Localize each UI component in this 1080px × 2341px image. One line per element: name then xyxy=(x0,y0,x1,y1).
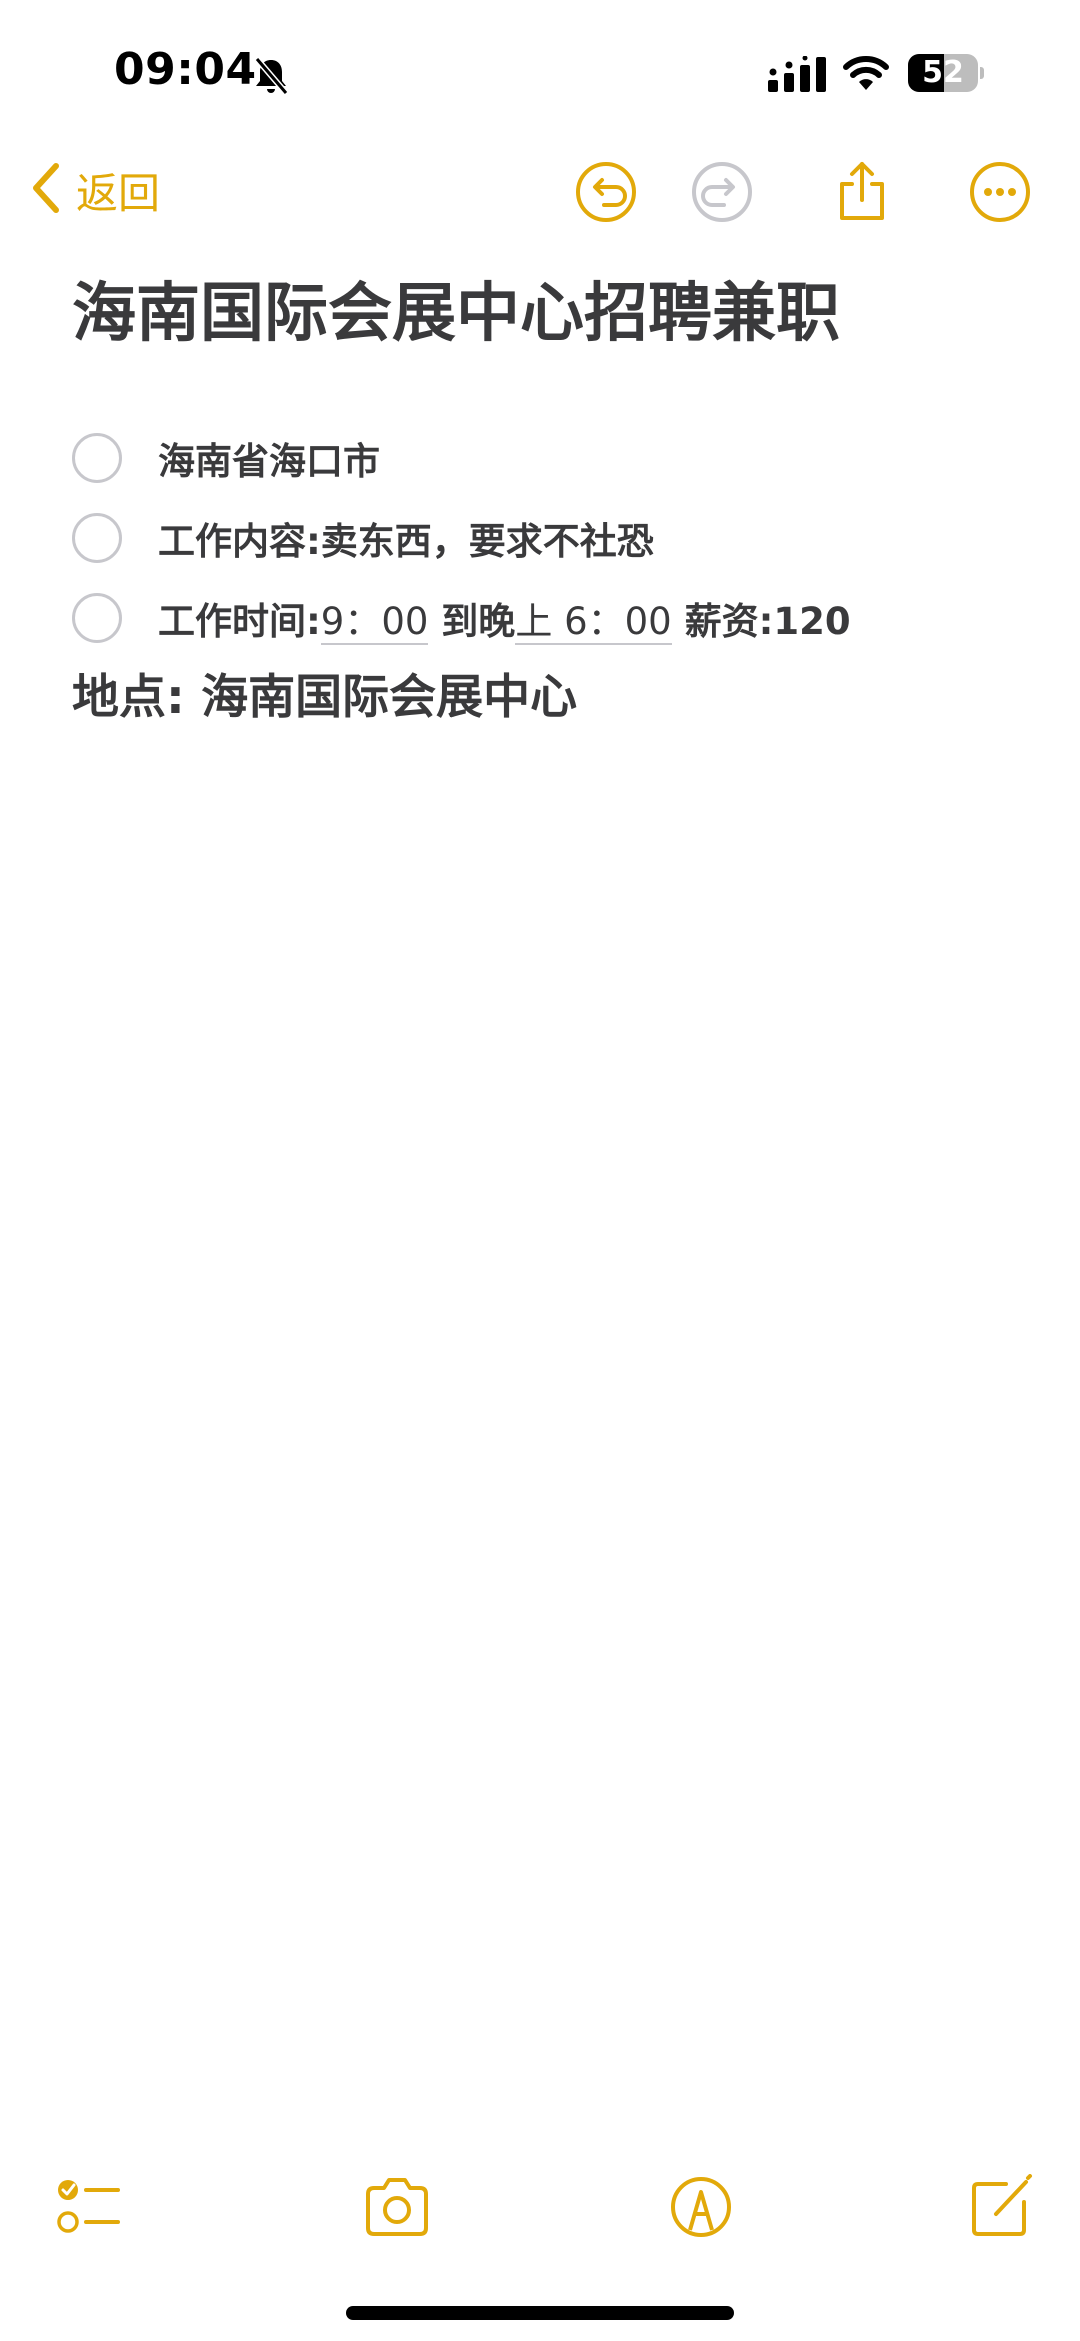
back-label: 返回 xyxy=(76,168,161,218)
work-time-label: 工作时间: xyxy=(158,600,321,643)
end-time-link[interactable]: 上 6：00 xyxy=(515,600,672,645)
battery-icon: 52 xyxy=(908,54,984,92)
checklist-item[interactable]: 工作时间:9：00 到晚上 6：00 薪资:120 xyxy=(72,588,851,648)
checklist-item-text[interactable]: 工作时间:9：00 到晚上 6：00 薪资:120 xyxy=(158,591,851,645)
home-indicator[interactable] xyxy=(346,2306,734,2320)
share-icon[interactable] xyxy=(830,160,894,224)
status-time: 09:04 xyxy=(114,44,257,95)
checklist-icon[interactable] xyxy=(54,2174,124,2240)
start-time-link[interactable]: 9：00 xyxy=(320,600,429,645)
more-icon[interactable] xyxy=(968,160,1032,224)
chevron-left-icon xyxy=(28,160,62,220)
salary-text: 薪资:120 xyxy=(671,600,851,643)
bell-slash-icon xyxy=(252,56,290,96)
checklist-item-text[interactable]: 海南省海口市 xyxy=(158,431,380,485)
battery-percentage: 52 xyxy=(922,55,964,90)
checklist-item[interactable]: 海南省海口市 xyxy=(72,428,380,488)
battery-cap xyxy=(980,67,984,79)
compose-icon[interactable] xyxy=(966,2174,1036,2240)
checklist-item[interactable]: 工作内容:卖东西，要求不社恐 xyxy=(72,508,654,568)
checkbox-circle[interactable] xyxy=(72,593,122,643)
camera-icon[interactable] xyxy=(362,2174,432,2240)
undo-icon[interactable] xyxy=(574,160,638,224)
checkbox-circle[interactable] xyxy=(72,513,122,563)
checklist-item-text[interactable]: 工作内容:卖东西，要求不社恐 xyxy=(158,511,654,565)
markup-pen-icon[interactable] xyxy=(666,2174,736,2240)
wifi-icon xyxy=(842,56,890,92)
checkbox-circle[interactable] xyxy=(72,433,122,483)
to-evening-text: 到晚 xyxy=(428,600,516,643)
note-location[interactable]: 地点: 海南国际会展中心 xyxy=(72,658,577,727)
note-title[interactable]: 海南国际会展中心招聘兼职 xyxy=(72,262,840,354)
cellular-signal-icon xyxy=(768,55,826,92)
back-button[interactable]: 返回 xyxy=(28,160,160,220)
redo-icon[interactable] xyxy=(690,160,754,224)
